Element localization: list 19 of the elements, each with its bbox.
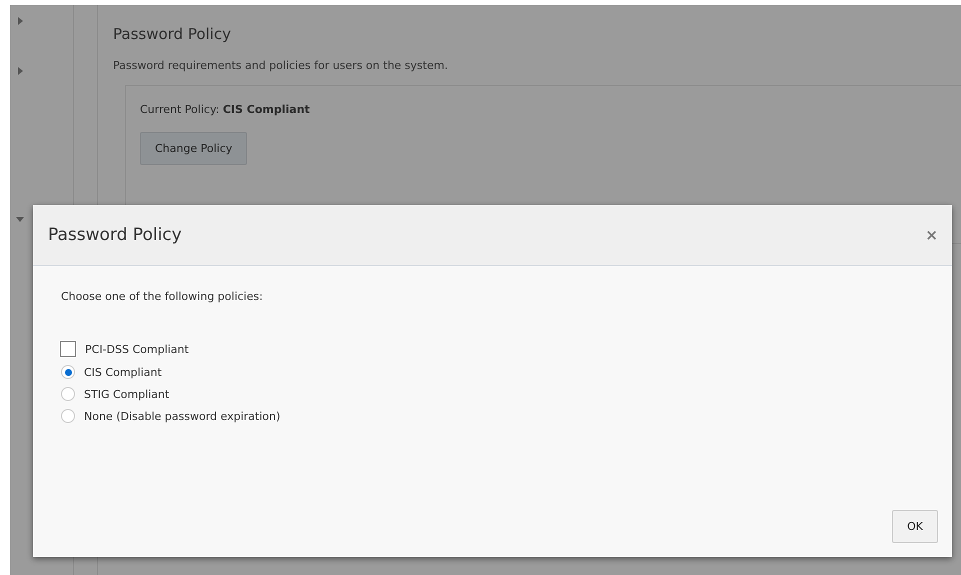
section-description: Password requirements and policies for users on the system. <box>113 59 449 72</box>
expand-arrow-icon[interactable] <box>16 67 24 75</box>
dialog-prompt: Choose one of the following policies: <box>61 290 264 303</box>
dialog-title: Password Policy <box>48 225 182 245</box>
ok-button[interactable]: OK <box>892 510 938 543</box>
radio-button[interactable] <box>61 387 75 401</box>
checkbox[interactable] <box>60 341 76 357</box>
change-policy-button[interactable]: Change Policy <box>140 132 248 165</box>
expand-arrow-icon[interactable] <box>16 17 24 25</box>
option-label[interactable]: PCI-DSS Compliant <box>85 342 189 356</box>
current-policy-text: Current Policy: CIS Compliant <box>140 103 310 116</box>
option-label[interactable]: None (Disable password expiration) <box>84 410 280 422</box>
section-title: Password Policy <box>113 25 232 43</box>
option-label[interactable]: CIS Compliant <box>84 366 162 378</box>
expand-arrow-icon[interactable] <box>16 215 24 223</box>
option-label[interactable]: STIG Compliant <box>84 388 170 400</box>
radio-button[interactable] <box>61 409 75 423</box>
radio-button[interactable] <box>61 365 75 379</box>
close-button[interactable]: × <box>925 226 938 244</box>
